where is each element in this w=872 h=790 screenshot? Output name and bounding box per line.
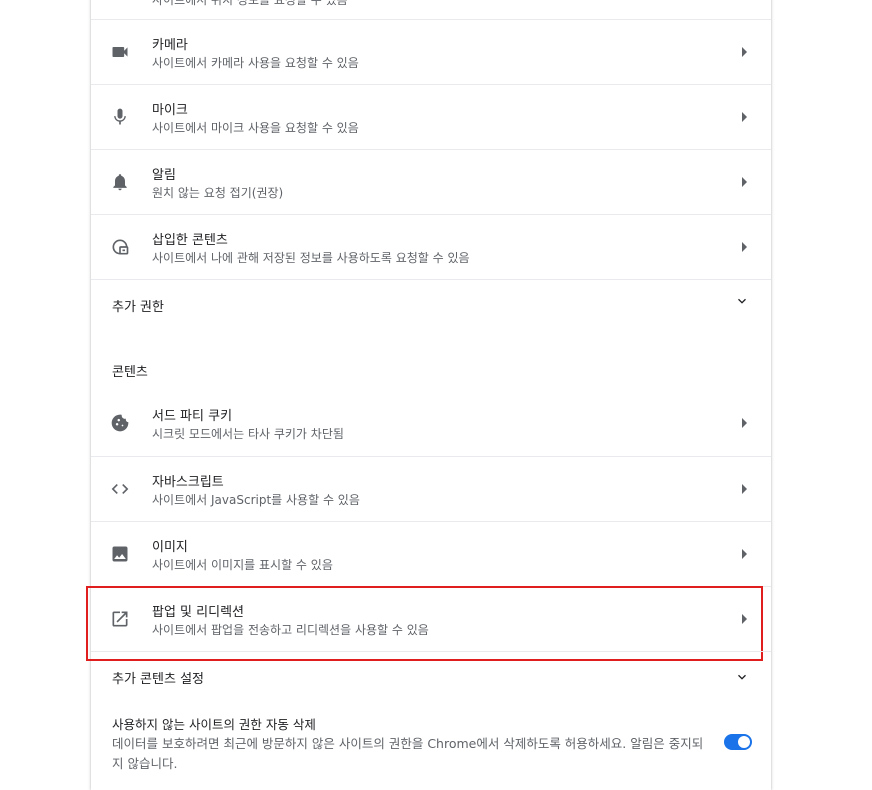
permission-notifications-row[interactable]: 알림 원치 않는 요청 접기(권장) bbox=[91, 149, 771, 214]
permission-camera-row[interactable]: 카메라 사이트에서 카메라 사용을 요청할 수 있음 bbox=[91, 19, 771, 84]
permission-subtitle: 사이트에서 카메라 사용을 요청할 수 있음 bbox=[152, 56, 359, 70]
chevron-down-icon bbox=[738, 674, 746, 680]
arrow-right-icon bbox=[742, 242, 747, 252]
arrow-right-icon bbox=[742, 47, 747, 57]
arrow-right-icon bbox=[742, 549, 747, 559]
additional-permissions-expander[interactable]: 추가 권한 bbox=[91, 279, 771, 328]
content-subtitle: 사이트에서 JavaScript를 사용할 수 있음 bbox=[152, 493, 360, 507]
content-title: 서드 파티 쿠키 bbox=[152, 409, 233, 424]
permission-title: 삽입한 콘텐츠 bbox=[152, 233, 228, 248]
content-title: 자바스크립트 bbox=[152, 475, 224, 490]
additional-content-settings-expander[interactable]: 추가 콘텐츠 설정 bbox=[91, 651, 771, 700]
content-javascript-row[interactable]: 자바스크립트 사이트에서 JavaScript를 사용할 수 있음 bbox=[91, 456, 771, 521]
content-section-heading: 콘텐츠 bbox=[112, 365, 148, 380]
permission-microphone-row[interactable]: 마이크 사이트에서 마이크 사용을 요청할 수 있음 bbox=[91, 84, 771, 149]
content-subtitle: 사이트에서 이미지를 표시할 수 있음 bbox=[152, 558, 333, 572]
permission-title: 알림 bbox=[152, 168, 176, 183]
auto-revoke-description: 데이터를 보호하려면 최근에 방문하지 않은 사이트의 권한을 Chrome에서… bbox=[112, 736, 704, 771]
cookie-icon bbox=[110, 413, 130, 433]
permission-subtitle: 사이트에서 마이크 사용을 요청할 수 있음 bbox=[152, 121, 359, 135]
arrow-right-icon bbox=[742, 418, 747, 428]
content-subtitle: 사이트에서 팝업을 전송하고 리디렉션을 사용할 수 있음 bbox=[152, 623, 429, 637]
embedded-content-icon bbox=[110, 237, 130, 257]
permission-embedded-content-row[interactable]: 삽입한 콘텐츠 사이트에서 나에 관해 저장된 정보를 사용하도록 요청할 수 … bbox=[91, 214, 771, 279]
content-popups-redirects-row[interactable]: 팝업 및 리디렉션 사이트에서 팝업을 전송하고 리디렉션을 사용할 수 있음 bbox=[91, 586, 771, 651]
additional-content-settings-label: 추가 콘텐츠 설정 bbox=[112, 672, 204, 687]
content-subtitle: 시크릿 모드에서는 타사 쿠키가 차단됨 bbox=[152, 427, 344, 441]
content-third-party-cookies-row[interactable]: 서드 파티 쿠키 시크릿 모드에서는 타사 쿠키가 차단됨 bbox=[91, 391, 771, 455]
bell-icon bbox=[110, 172, 130, 192]
location-permission-subtitle: 사이트에서 위치 정보를 요청할 수 있음 bbox=[152, 0, 348, 7]
permission-subtitle: 사이트에서 나에 관해 저장된 정보를 사용하도록 요청할 수 있음 bbox=[152, 251, 470, 265]
code-icon bbox=[110, 479, 130, 499]
content-title: 이미지 bbox=[152, 540, 188, 555]
auto-revoke-title: 사용하지 않는 사이트의 권한 자동 삭제 bbox=[112, 717, 316, 732]
permission-title: 카메라 bbox=[152, 38, 188, 53]
camera-icon bbox=[110, 42, 130, 62]
arrow-right-icon bbox=[742, 484, 747, 494]
additional-permissions-label: 추가 권한 bbox=[112, 300, 164, 315]
image-icon bbox=[110, 544, 130, 564]
arrow-right-icon bbox=[742, 177, 747, 187]
toggle-knob bbox=[738, 736, 750, 748]
open-in-new-icon bbox=[110, 609, 130, 629]
chevron-down-icon bbox=[738, 298, 746, 304]
permission-title: 마이크 bbox=[152, 103, 188, 118]
arrow-right-icon bbox=[742, 614, 747, 624]
auto-revoke-toggle[interactable] bbox=[724, 734, 752, 750]
content-title: 팝업 및 리디렉션 bbox=[152, 605, 244, 620]
content-images-row[interactable]: 이미지 사이트에서 이미지를 표시할 수 있음 bbox=[91, 521, 771, 586]
permission-subtitle: 원치 않는 요청 접기(권장) bbox=[152, 186, 284, 200]
arrow-right-icon bbox=[742, 112, 747, 122]
microphone-icon bbox=[110, 107, 130, 127]
